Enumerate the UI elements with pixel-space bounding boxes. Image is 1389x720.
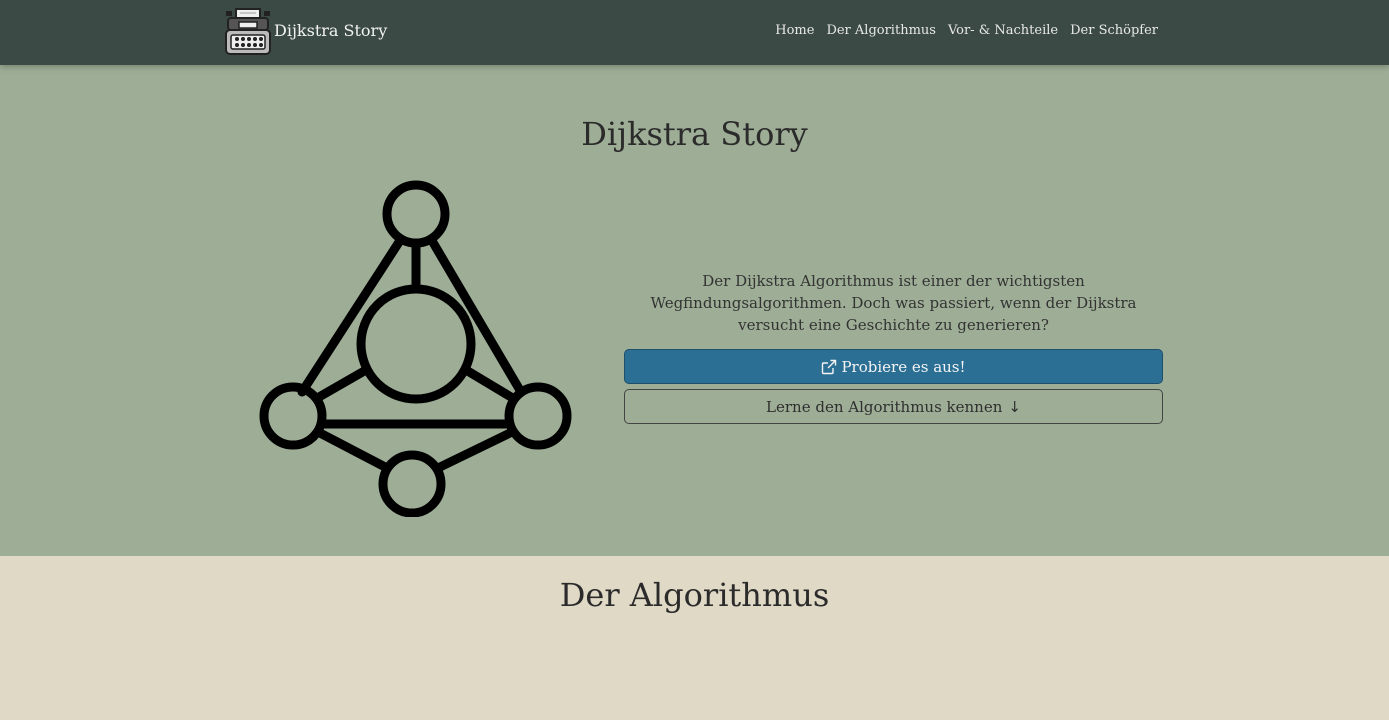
nav-links: Home Der Algorithmus Vor- & Nachteile De… — [775, 23, 1158, 38]
nav-link-algorithm[interactable]: Der Algorithmus — [826, 23, 936, 38]
brand-name: Dijkstra Story — [274, 20, 388, 40]
learn-algorithm-button[interactable]: Lerne den Algorithmus kennen ↓ — [624, 389, 1163, 424]
nav-link-pros-cons[interactable]: Vor- & Nachteile — [948, 23, 1058, 38]
hero-section: Dijkstra Story Der Dijkstra Algorithmus … — [0, 65, 1389, 556]
nav-link-home[interactable]: Home — [775, 23, 814, 38]
graph-network-icon — [259, 180, 572, 517]
algorithm-section-title: Der Algorithmus — [559, 576, 830, 614]
try-it-button[interactable]: Probiere es aus! — [624, 349, 1163, 384]
nav-link-creator[interactable]: Der Schöpfer — [1070, 23, 1158, 38]
brand-link[interactable]: Dijkstra Story — [224, 8, 387, 56]
navbar: Dijkstra Story Home Der Algorithmus Vor-… — [0, 0, 1389, 65]
typewriter-icon — [225, 8, 271, 55]
hero-description: Der Dijkstra Algorithmus ist einer der w… — [650, 272, 1137, 334]
arrow-down-icon: ↓ — [1008, 397, 1021, 416]
learn-algorithm-button-label: Lerne den Algorithmus kennen — [766, 397, 1003, 416]
hero-title: Dijkstra Story — [581, 115, 808, 153]
external-link-icon — [822, 359, 837, 374]
try-it-button-label: Probiere es aus! — [841, 357, 966, 376]
